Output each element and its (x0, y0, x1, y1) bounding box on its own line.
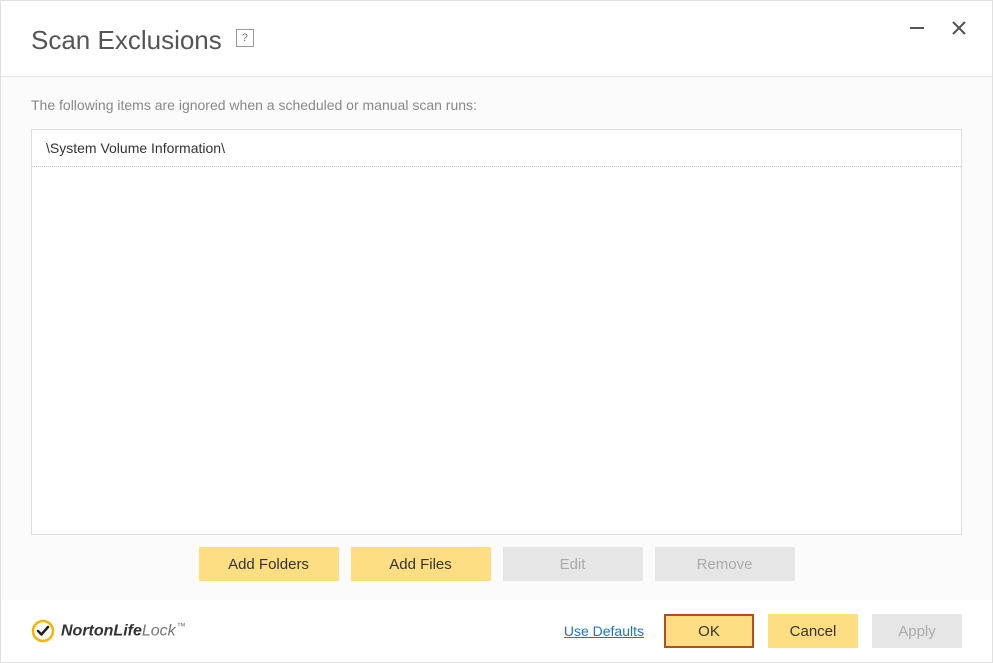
brand-logo-icon (31, 619, 55, 643)
close-icon[interactable] (950, 19, 968, 42)
brand-tm: ™ (177, 621, 186, 631)
footer-buttons: OK Cancel Apply (664, 614, 962, 648)
brand-name-bold: NortonLife (61, 623, 142, 640)
apply-button: Apply (872, 614, 962, 648)
add-folders-button[interactable]: Add Folders (199, 547, 339, 581)
minimize-icon[interactable] (908, 19, 926, 42)
window-controls (908, 19, 968, 42)
edit-button: Edit (503, 547, 643, 581)
brand: NortonLifeLock™ (31, 619, 186, 643)
add-files-button[interactable]: Add Files (351, 547, 491, 581)
cancel-button[interactable]: Cancel (768, 614, 858, 648)
description-text: The following items are ignored when a s… (31, 97, 962, 113)
footer: NortonLifeLock™ Use Defaults OK Cancel A… (1, 600, 992, 662)
page-title: Scan Exclusions (31, 25, 222, 56)
ok-button[interactable]: OK (664, 614, 754, 648)
exclusions-list[interactable]: \System Volume Information\ (31, 129, 962, 535)
footer-right: Use Defaults OK Cancel Apply (564, 614, 962, 648)
help-icon[interactable]: ? (236, 29, 254, 47)
list-item[interactable]: \System Volume Information\ (32, 130, 961, 167)
header: Scan Exclusions ? (1, 1, 992, 76)
content-area: The following items are ignored when a s… (1, 77, 992, 601)
brand-text: NortonLifeLock™ (61, 621, 186, 640)
remove-button: Remove (655, 547, 795, 581)
brand-name-light: Lock (142, 623, 176, 640)
use-defaults-link[interactable]: Use Defaults (564, 623, 644, 639)
action-buttons: Add Folders Add Files Edit Remove (31, 535, 962, 601)
